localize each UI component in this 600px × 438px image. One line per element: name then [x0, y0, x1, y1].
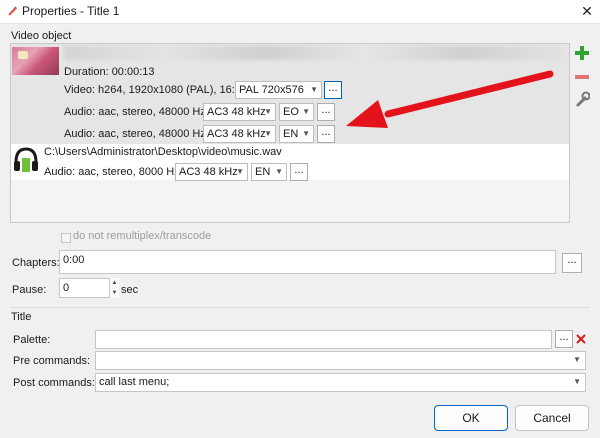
video-info-text: Video: h264, 1920x1080 (PAL), 16:9: [64, 84, 241, 96]
chevron-down-icon: ▼: [310, 85, 318, 94]
spin-up-icon[interactable]: ▲: [110, 278, 119, 288]
chevron-down-icon: ▼: [264, 107, 272, 116]
chevron-down-icon: ▼: [573, 355, 581, 364]
chevron-down-icon: ▼: [264, 129, 272, 138]
music-language-select[interactable]: EN ▼: [251, 163, 287, 181]
remultiplex-checkbox[interactable]: [61, 233, 71, 243]
music-language-value: EN: [255, 166, 271, 178]
chevron-down-icon: ▼: [302, 129, 310, 138]
video-object-group-label: Video object: [11, 30, 72, 42]
video-resolution-select[interactable]: PAL 720x576 ▼: [235, 81, 322, 99]
title-group-label: Title: [11, 311, 32, 323]
audio-track-1-language-value: EO: [283, 106, 299, 118]
video-thumbnail: [12, 47, 59, 75]
audio-track-1-codec-value: AC3 48 kHz: [207, 106, 266, 118]
pause-label: Pause:: [12, 284, 47, 296]
ok-button[interactable]: OK: [434, 405, 508, 431]
audio-track-2-settings-button[interactable]: ...: [317, 125, 335, 143]
audio-track-2-codec-value: AC3 48 kHz: [207, 128, 266, 140]
duration-text: Duration: 00:00:13: [64, 66, 155, 78]
headphones-icon: [14, 147, 38, 172]
post-commands-select[interactable]: call last menu; ▼: [95, 373, 586, 392]
pre-commands-label: Pre commands:: [13, 355, 91, 367]
audio-track-2-language-value: EN: [283, 128, 299, 140]
pause-input[interactable]: 0 ▲ ▼: [59, 278, 119, 298]
audio-track-2-language-select[interactable]: EN ▼: [279, 125, 314, 143]
audio-track-1-language-select[interactable]: EO ▼: [279, 103, 314, 121]
music-codec-value: AC3 48 kHz: [179, 166, 238, 178]
window-title: Properties - Title 1: [22, 4, 120, 18]
post-commands-value: call last menu;: [99, 376, 170, 388]
palette-input[interactable]: [95, 330, 552, 349]
audio-track-1-settings-button[interactable]: ...: [317, 103, 335, 121]
palette-label: Palette:: [13, 334, 51, 346]
chevron-down-icon: ▼: [236, 167, 244, 176]
chapters-settings-button[interactable]: ...: [562, 253, 582, 273]
audio-track-2-codec-select[interactable]: AC3 48 kHz ▼: [203, 125, 276, 143]
remultiplex-label: do not remultiplex/transcode: [73, 230, 212, 242]
post-commands-label: Post commands:: [13, 377, 95, 389]
chevron-down-icon: ▼: [573, 377, 581, 386]
audio-track-2-info: Audio: aac, stereo, 48000 Hz: [64, 128, 206, 140]
wrench-icon[interactable]: [574, 91, 590, 107]
music-codec-select[interactable]: AC3 48 kHz ▼: [175, 163, 248, 181]
spin-down-icon[interactable]: ▼: [110, 288, 119, 298]
pause-spinner[interactable]: ▲ ▼: [109, 278, 119, 298]
chevron-down-icon: ▼: [302, 107, 310, 116]
music-settings-button[interactable]: ...: [290, 163, 308, 181]
pre-commands-select[interactable]: ▼: [95, 351, 586, 370]
chevron-down-icon: ▼: [275, 167, 283, 176]
chapters-label: Chapters:: [12, 257, 60, 269]
audio-track-1-info: Audio: aac, stereo, 48000 Hz: [64, 106, 206, 118]
music-audio-info: Audio: aac, stereo, 8000 Hz: [44, 166, 180, 178]
pause-unit: sec: [121, 284, 139, 296]
close-icon[interactable]: ✕: [578, 2, 596, 20]
chapters-value: 0:00: [63, 254, 85, 266]
video-resolution-value: PAL 720x576: [239, 84, 304, 96]
music-file-path: C:\Users\Administrator\Desktop\video\mus…: [44, 146, 282, 158]
chapters-input[interactable]: 0:00: [59, 250, 556, 274]
divider: [10, 307, 590, 308]
annotation-arrow: [346, 70, 554, 128]
app-icon: [8, 6, 18, 16]
palette-settings-button[interactable]: ...: [555, 330, 573, 348]
blurred-filename: [64, 46, 564, 60]
remove-icon[interactable]: [574, 69, 590, 85]
add-icon[interactable]: [574, 45, 590, 61]
pause-value: 0: [63, 282, 70, 294]
clear-palette-icon[interactable]: [576, 334, 586, 344]
audio-track-1-codec-select[interactable]: AC3 48 kHz ▼: [203, 103, 276, 121]
cancel-button[interactable]: Cancel: [515, 405, 589, 431]
